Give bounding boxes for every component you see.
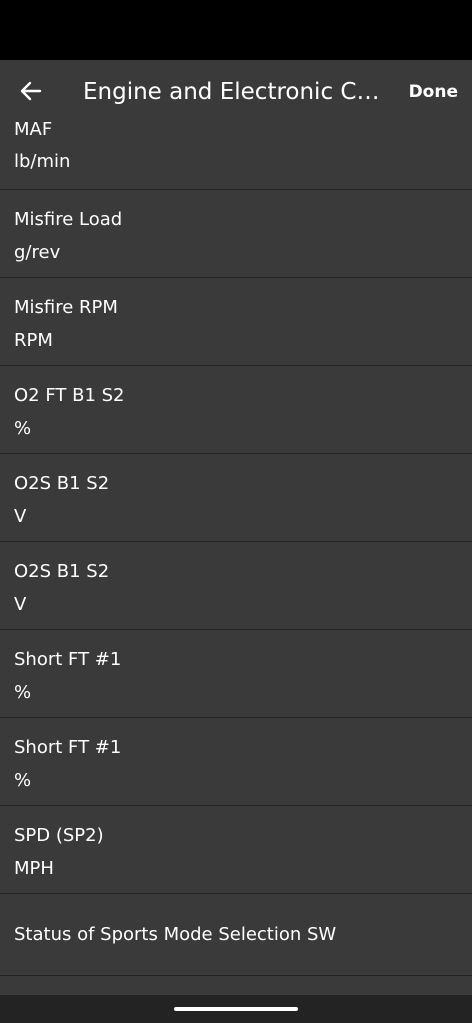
app-bar: Engine and Electronic Co... Done <box>0 60 472 122</box>
list-item[interactable]: Short FT #1 % <box>0 630 472 718</box>
item-unit: V <box>14 594 27 615</box>
item-unit: lb/min <box>14 151 71 172</box>
item-name: Short FT #1 <box>14 649 122 670</box>
item-name: Status of Sports Mode Selection SW <box>14 924 337 945</box>
item-name: O2S B1 S2 <box>14 473 110 494</box>
list-item[interactable]: O2S B1 S2 V <box>0 542 472 630</box>
arrow-left-icon <box>20 81 42 101</box>
list-item[interactable] <box>0 976 472 995</box>
item-unit: g/rev <box>14 242 61 263</box>
item-unit: MPH <box>14 858 54 879</box>
item-unit: V <box>14 506 27 527</box>
back-button[interactable] <box>14 74 48 108</box>
item-unit: % <box>14 770 32 791</box>
item-name: Misfire Load <box>14 209 123 230</box>
list-item[interactable]: Misfire Load g/rev <box>0 190 472 278</box>
list-item[interactable]: O2S B1 S2 V <box>0 454 472 542</box>
list-item[interactable]: Status of Sports Mode Selection SW <box>0 894 472 976</box>
page-title: Engine and Electronic Co... <box>83 79 389 105</box>
list-item[interactable]: O2 FT B1 S2 % <box>0 366 472 454</box>
list-item[interactable]: SPD (SP2) MPH <box>0 806 472 894</box>
item-name: O2S B1 S2 <box>14 561 110 582</box>
item-name: O2 FT B1 S2 <box>14 385 125 406</box>
navigation-bar <box>0 995 472 1023</box>
list-item[interactable]: Short FT #1 % <box>0 718 472 806</box>
status-bar <box>0 0 472 60</box>
item-name: Misfire RPM <box>14 297 118 318</box>
item-name: Short FT #1 <box>14 737 122 758</box>
item-unit: % <box>14 682 32 703</box>
item-unit: % <box>14 418 32 439</box>
done-button[interactable]: Done <box>409 80 458 104</box>
parameter-list: MAF lb/min Misfire Load g/rev Misfire RP… <box>0 101 472 995</box>
home-indicator[interactable] <box>174 1007 298 1011</box>
list-item[interactable]: Misfire RPM RPM <box>0 278 472 366</box>
item-unit: RPM <box>14 330 53 351</box>
item-name: SPD (SP2) <box>14 825 104 846</box>
